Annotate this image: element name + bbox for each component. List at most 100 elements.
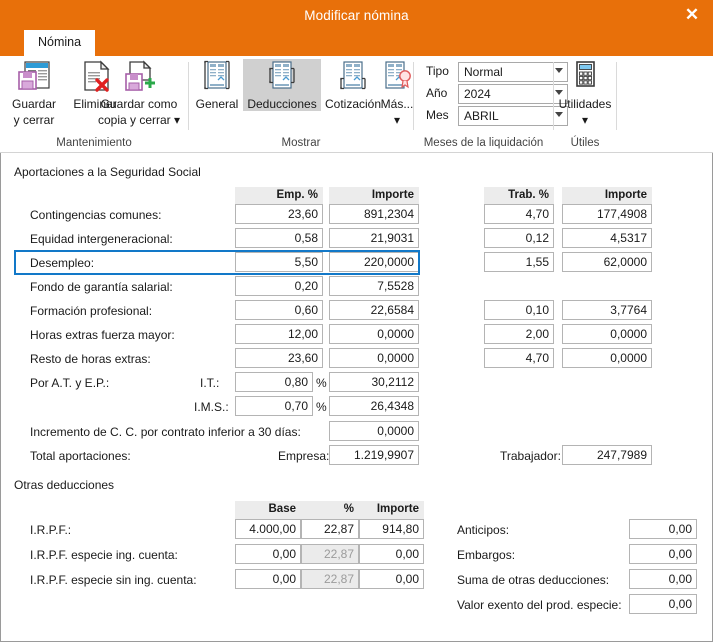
field-desempleo-trab-importe[interactable]: 62,0000 <box>562 252 652 272</box>
document-quote-icon <box>323 59 383 95</box>
field-contingencias-trab-pct[interactable]: 4,70 <box>484 204 554 224</box>
field-anticipos[interactable]: 0,00 <box>629 519 697 539</box>
field-it-importe[interactable]: 30,2112 <box>329 372 419 392</box>
document-deductions-icon <box>243 59 321 95</box>
save-and-close-button[interactable]: Guardar y cerrar <box>6 59 62 127</box>
field-irpf-especie-ing-base[interactable]: 0,00 <box>235 544 301 564</box>
ribbon: Guardar y cerrar Eliminar Guardar como c… <box>0 56 713 153</box>
ano-select[interactable]: 2024 <box>458 84 568 104</box>
ribbon-separator-4 <box>616 62 617 130</box>
ano-label: Año <box>426 86 448 100</box>
ribbon-group-liquidacion: Tipo Normal Año 2024 Mes ABRIL Meses de … <box>414 56 568 152</box>
field-irpf-especie-sin-importe[interactable]: 0,00 <box>359 569 424 589</box>
field-fondo-emp-importe[interactable]: 7,5528 <box>329 276 419 296</box>
field-formacion-emp-pct[interactable]: 0,60 <box>235 300 323 320</box>
ribbon-group-utiles: Utilidades ▾ Útiles <box>554 56 616 152</box>
field-equidad-trab-pct[interactable]: 0,12 <box>484 228 554 248</box>
field-embargos[interactable]: 0,00 <box>629 544 697 564</box>
label-irpf-especie-ing-cuenta: I.R.P.F. especie ing. cuenta: <box>30 548 178 562</box>
label-anticipos: Anticipos: <box>457 523 510 537</box>
save-and-close-label-2: y cerrar <box>13 113 55 127</box>
field-resto-horas-trab-importe[interactable]: 0,0000 <box>562 348 652 368</box>
label-por-at-ep: Por A.T. y E.P.: <box>30 376 110 390</box>
field-horas-fuerza-emp-importe[interactable]: 0,0000 <box>329 324 419 344</box>
field-irpf-especie-ing-importe[interactable]: 0,00 <box>359 544 424 564</box>
field-resto-horas-emp-pct[interactable]: 23,60 <box>235 348 323 368</box>
form-body: Aportaciones a la Seguridad Social Emp. … <box>0 153 713 642</box>
label-contingencias-comunes: Contingencias comunes: <box>30 208 162 222</box>
field-irpf-pct[interactable]: 22,87 <box>301 519 359 539</box>
save-and-close-label-1: Guardar <box>11 97 57 111</box>
ribbon-group-label-mantenimiento: Mantenimiento <box>56 137 132 149</box>
label-irpf-especie-sin-ing-cuenta: I.R.P.F. especie sin ing. cuenta: <box>30 573 197 587</box>
tipo-value: Normal <box>464 65 503 79</box>
field-irpf-especie-ing-pct: 22,87 <box>301 544 359 564</box>
field-irpf-especie-sin-pct: 22,87 <box>301 569 359 589</box>
field-ims-pct[interactable]: 0,70 <box>235 396 313 416</box>
utilities-caret-icon[interactable]: ▾ <box>555 113 615 127</box>
field-contingencias-emp-importe[interactable]: 891,2304 <box>329 204 419 224</box>
utilities-button[interactable]: Utilidades ▾ <box>555 59 615 127</box>
label-suma-otras-deducciones: Suma de otras deducciones: <box>457 573 610 587</box>
field-suma-otras-deducciones[interactable]: 0,00 <box>629 569 697 589</box>
save-as-copy-label-2: copia y cerrar ▾ <box>97 113 181 127</box>
field-total-trabajador[interactable]: 247,7989 <box>562 445 652 465</box>
label-embargos: Embargos: <box>457 548 516 562</box>
label-irpf: I.R.P.F.: <box>30 523 72 537</box>
label-desempleo: Desempleo: <box>30 256 95 270</box>
mes-select[interactable]: ABRIL <box>458 106 568 126</box>
field-horas-fuerza-trab-importe[interactable]: 0,0000 <box>562 324 652 344</box>
field-irpf-importe[interactable]: 914,80 <box>359 519 424 539</box>
section-title-otras-deducciones: Otras deducciones <box>14 478 115 492</box>
show-deductions-label: Deducciones <box>247 97 317 111</box>
field-formacion-trab-pct[interactable]: 0,10 <box>484 300 554 320</box>
field-ims-importe[interactable]: 26,4348 <box>329 396 419 416</box>
field-it-pct[interactable]: 0,80 <box>235 372 313 392</box>
field-resto-horas-trab-pct[interactable]: 4,70 <box>484 348 554 368</box>
header-otras-pct: % <box>301 501 359 520</box>
field-equidad-trab-importe[interactable]: 4,5317 <box>562 228 652 248</box>
show-quote-label: Cotización <box>324 97 382 111</box>
close-icon[interactable]: ✕ <box>677 2 707 28</box>
field-irpf-base[interactable]: 4.000,00 <box>235 519 301 539</box>
calculator-icon <box>555 59 615 95</box>
show-deductions-button[interactable]: Deducciones <box>243 59 321 111</box>
tab-nomina[interactable]: Nómina <box>24 30 96 56</box>
field-desempleo-emp-importe[interactable]: 220,0000 <box>329 252 419 272</box>
document-general-icon <box>193 59 241 95</box>
field-horas-fuerza-emp-pct[interactable]: 12,00 <box>235 324 323 344</box>
field-contingencias-emp-pct[interactable]: 23,60 <box>235 204 323 224</box>
save-and-close-icon <box>6 59 62 95</box>
mes-row: Mes ABRIL <box>426 106 568 126</box>
field-formacion-emp-importe[interactable]: 22,6584 <box>329 300 419 320</box>
label-horas-extras-fuerza-mayor: Horas extras fuerza mayor: <box>30 328 175 342</box>
field-irpf-especie-sin-base[interactable]: 0,00 <box>235 569 301 589</box>
field-horas-fuerza-trab-pct[interactable]: 2,00 <box>484 324 554 344</box>
field-equidad-emp-importe[interactable]: 21,9031 <box>329 228 419 248</box>
field-desempleo-trab-pct[interactable]: 1,55 <box>484 252 554 272</box>
field-total-empresa[interactable]: 1.219,9907 <box>329 445 419 465</box>
ribbon-group-label-mostrar: Mostrar <box>281 137 321 149</box>
field-formacion-trab-importe[interactable]: 3,7764 <box>562 300 652 320</box>
window-title: Modificar nómina <box>304 8 409 23</box>
pct-sign-it: % <box>316 376 327 390</box>
field-desempleo-emp-pct[interactable]: 5,50 <box>235 252 323 272</box>
ribbon-group-mantenimiento: Guardar y cerrar Eliminar Guardar como c… <box>0 56 188 152</box>
field-contingencias-trab-importe[interactable]: 177,4908 <box>562 204 652 224</box>
field-valor-exento-prod-especie[interactable]: 0,00 <box>629 594 697 614</box>
label-it: I.T.: <box>200 376 220 390</box>
save-as-copy-and-close-button[interactable]: Guardar como copia y cerrar ▾ <box>92 59 186 127</box>
field-equidad-emp-pct[interactable]: 0,58 <box>235 228 323 248</box>
ano-value: 2024 <box>464 87 491 101</box>
label-ims: I.M.S.: <box>194 400 229 414</box>
header-base: Base <box>235 501 301 520</box>
tipo-select[interactable]: Normal <box>458 62 568 82</box>
label-fondo-garantia-salarial: Fondo de garantía salarial: <box>30 280 173 294</box>
show-general-button[interactable]: General <box>193 59 241 111</box>
label-trabajador: Trabajador: <box>500 449 561 463</box>
label-resto-horas-extras: Resto de horas extras: <box>30 352 151 366</box>
field-fondo-emp-pct[interactable]: 0,20 <box>235 276 323 296</box>
field-incremento-cc[interactable]: 0,0000 <box>329 421 419 441</box>
show-quote-button[interactable]: Cotización <box>323 59 383 111</box>
field-resto-horas-emp-importe[interactable]: 0,0000 <box>329 348 419 368</box>
